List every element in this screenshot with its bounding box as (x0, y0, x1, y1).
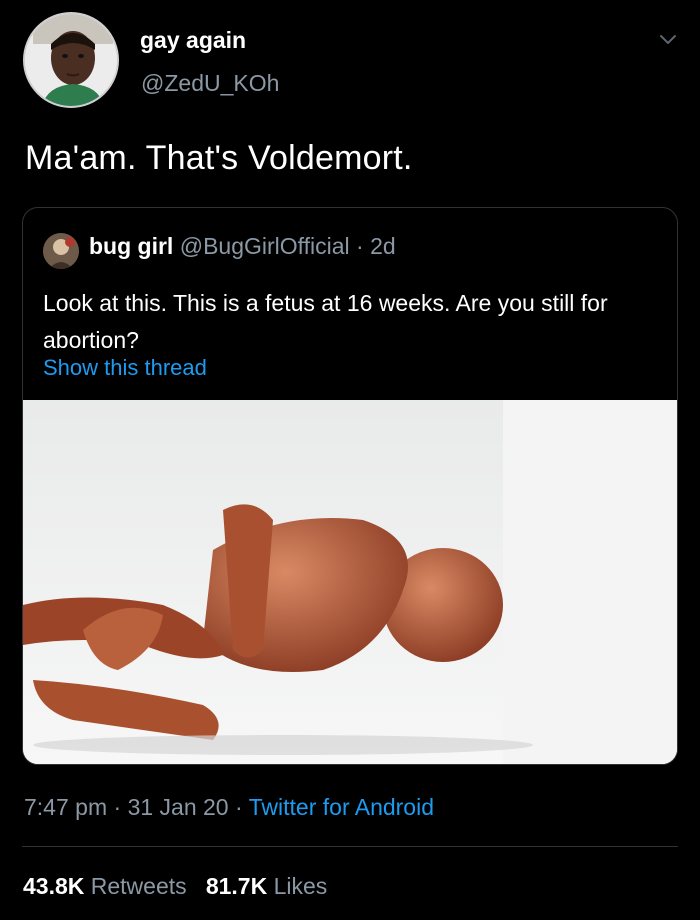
likes-stat[interactable]: 81.7K Likes (206, 873, 327, 899)
quoted-text: Look at this. This is a fetus at 16 week… (43, 290, 608, 353)
quoted-avatar-image (43, 233, 79, 269)
retweets-count: 43.8K (23, 873, 85, 899)
quoted-author-name[interactable]: bug girl (89, 233, 173, 259)
author-handle[interactable]: @ZedU_KOh (141, 70, 279, 97)
likes-count: 81.7K (205, 873, 268, 899)
retweets-stat[interactable]: 43.8K Retweets (23, 873, 193, 899)
tweet-date[interactable]: 31 Jan 20 (128, 794, 229, 820)
likes-label: Likes (273, 873, 328, 899)
quoted-header: bug girl @BugGirlOfficial · 2d (89, 233, 396, 260)
quoted-age: 2d (370, 233, 396, 259)
retweets-label: Retweets (90, 873, 187, 899)
avatar-image (25, 14, 117, 106)
quoted-author-handle[interactable]: @BugGirlOfficial (180, 233, 350, 259)
separator-dot: · (234, 794, 243, 820)
separator-dot: · (356, 233, 364, 259)
show-thread-link[interactable]: Show this thread (43, 355, 207, 381)
tweet-stats: 43.8K Retweets 81.7K Likes (23, 873, 327, 900)
author-avatar[interactable] (23, 12, 119, 108)
quoted-author-avatar[interactable] (43, 233, 79, 269)
chevron-down-icon[interactable] (657, 28, 679, 50)
tweet-text: Ma'am. That's Voldemort. (25, 139, 413, 177)
quoted-media-image[interactable] (23, 400, 677, 764)
tweet-source-link[interactable]: Twitter for Android (249, 794, 434, 820)
author-name[interactable]: gay again (140, 27, 246, 54)
tweet-time[interactable]: 7:47 pm (24, 794, 107, 820)
tweet-meta: 7:47 pm · 31 Jan 20 · Twitter for Androi… (24, 794, 434, 821)
separator-dot: · (113, 794, 122, 820)
media-photo (23, 400, 677, 764)
quoted-tweet-card[interactable]: bug girl @BugGirlOfficial · 2d Look at t… (22, 207, 678, 765)
divider (22, 846, 678, 847)
